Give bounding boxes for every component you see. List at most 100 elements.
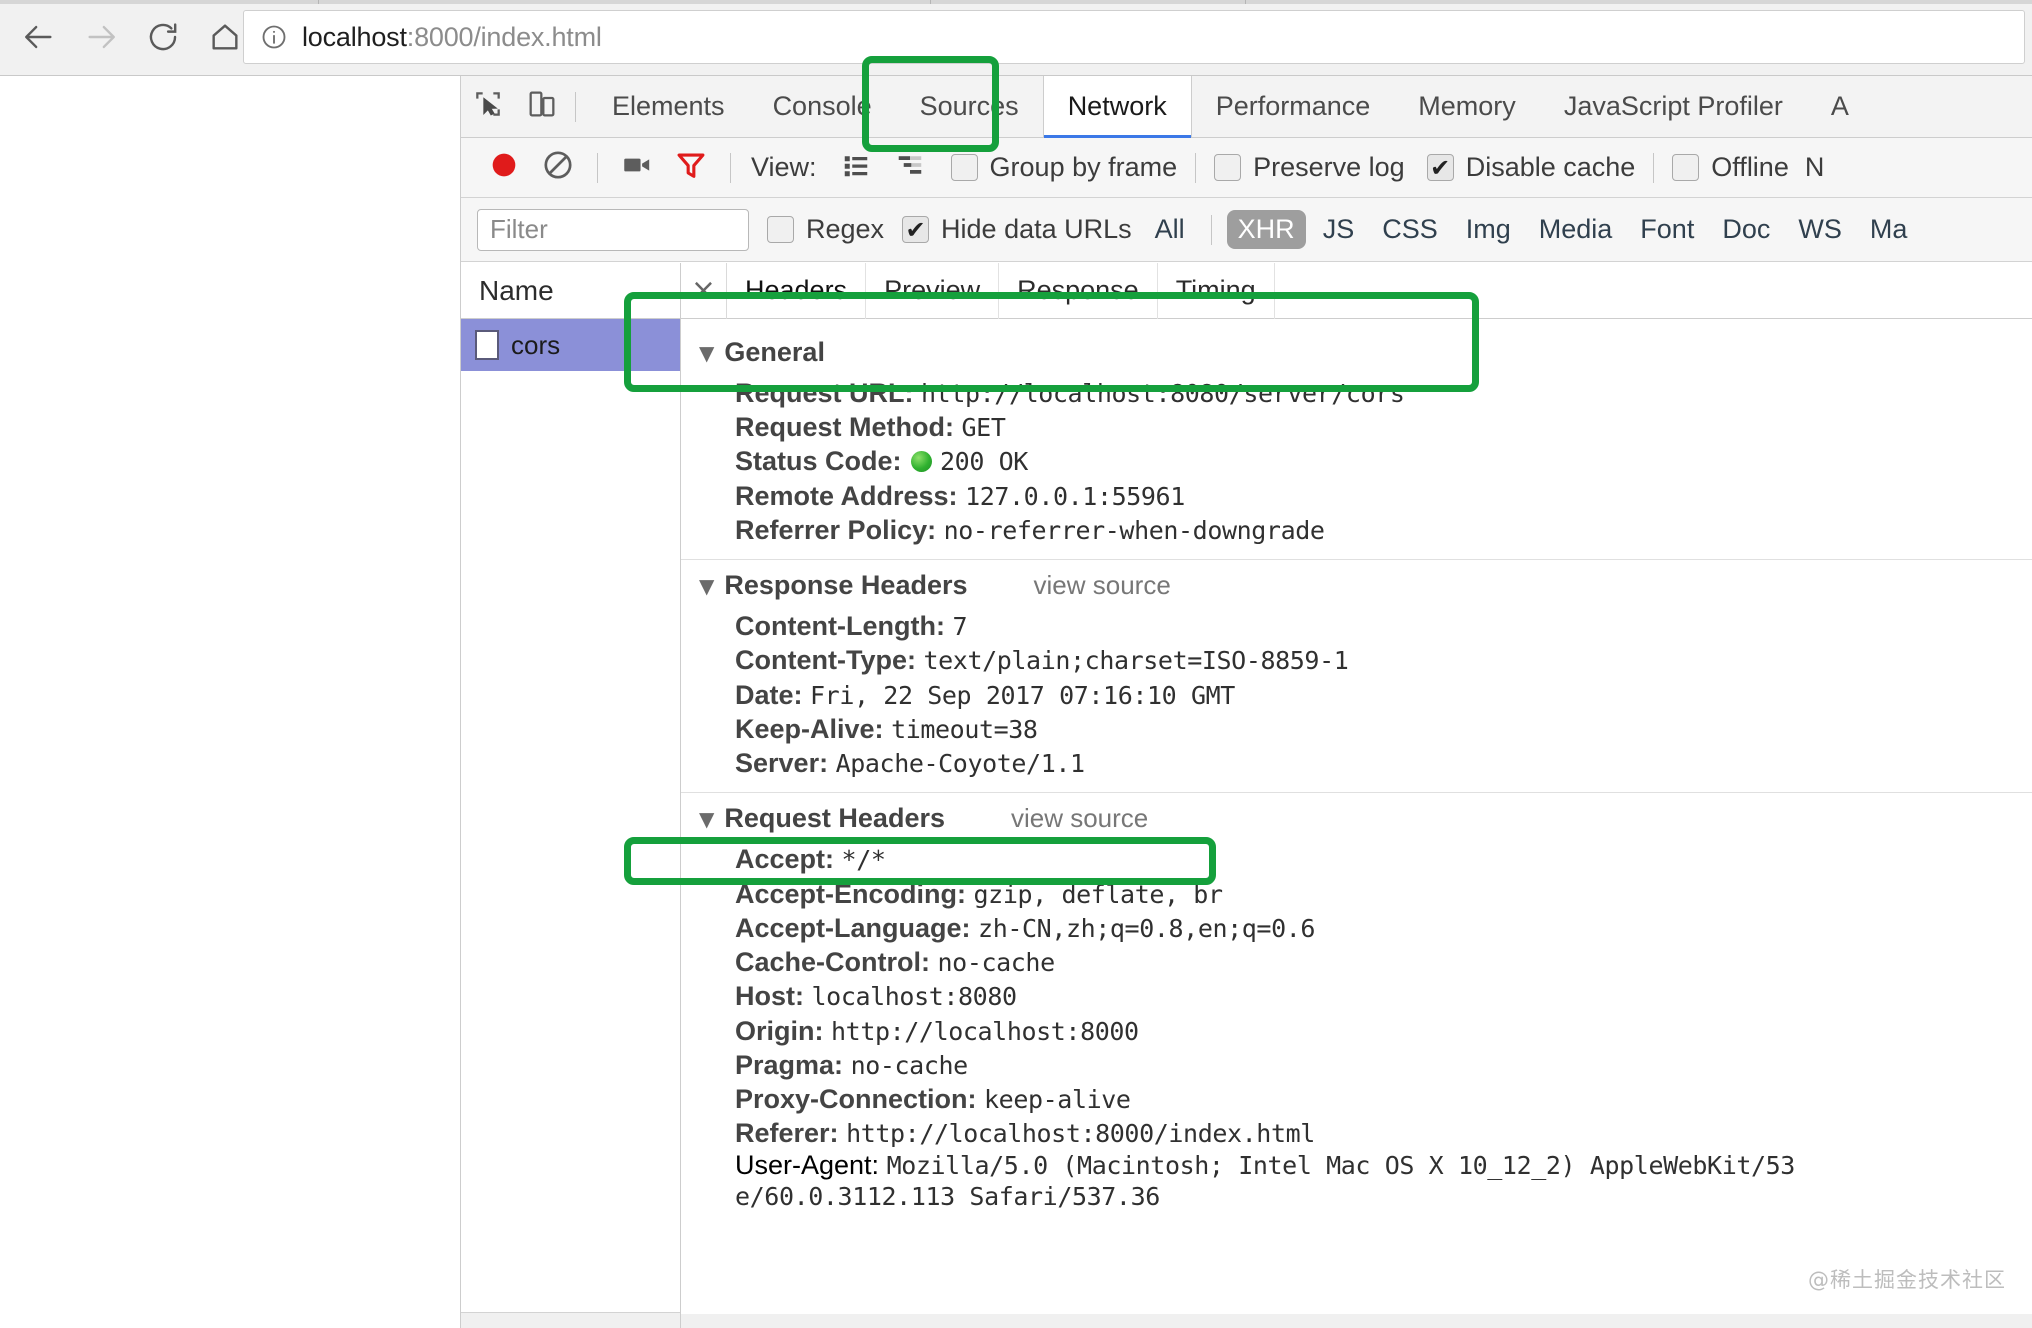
header-key: Pragma: — [735, 1050, 843, 1080]
tab-timing[interactable]: Timing — [1158, 263, 1275, 319]
group-by-frame-checkbox[interactable]: Group by frame — [951, 152, 1178, 183]
offline-checkbox[interactable]: Offline — [1672, 152, 1789, 183]
info-circle-icon[interactable] — [260, 23, 288, 51]
tab-response[interactable]: Response — [999, 263, 1158, 319]
header-row-proxy-connection: Proxy-Connection: keep-alive — [681, 1082, 2032, 1116]
clear-icon — [541, 148, 575, 187]
waterfall-view-button[interactable] — [883, 141, 937, 195]
list-view-button[interactable] — [829, 141, 883, 195]
header-value: keep-alive — [984, 1085, 1131, 1114]
toolbar-divider — [1653, 153, 1654, 183]
header-value: Fri, 22 Sep 2017 07:16:10 GMT — [810, 681, 1235, 710]
reload-button[interactable] — [132, 8, 194, 66]
view-source-link[interactable]: view source — [1011, 803, 1148, 834]
inspect-element-button[interactable] — [461, 76, 515, 138]
tab-headers[interactable]: Headers — [727, 263, 866, 319]
clear-button[interactable] — [531, 141, 585, 195]
header-value: no-cache — [851, 1051, 968, 1080]
filter-type-img[interactable]: Img — [1455, 210, 1522, 249]
header-value: timeout=38 — [891, 715, 1038, 744]
filter-type-xhr[interactable]: XHR — [1227, 210, 1306, 249]
filter-type-css[interactable]: CSS — [1371, 210, 1449, 249]
filter-type-js[interactable]: JS — [1312, 210, 1366, 249]
section-response-headers-header[interactable]: ▼ Response Headers view source — [681, 559, 2032, 609]
back-arrow-icon — [22, 20, 56, 54]
toolbar-divider — [597, 153, 598, 183]
tab-sources[interactable]: Sources — [896, 76, 1043, 138]
request-row-cors[interactable]: cors — [461, 319, 680, 371]
requests-list-panel: Name cors — [461, 263, 681, 1328]
header-key: Accept-Language: — [735, 913, 971, 943]
disable-cache-checkbox[interactable]: ✔ Disable cache — [1427, 152, 1636, 183]
header-value-cont: e/60.0.3112.113 Safari/537.36 — [735, 1182, 1160, 1211]
header-row-host: Host: localhost:8080 — [681, 979, 2032, 1013]
filter-type-all[interactable]: All — [1144, 210, 1196, 249]
address-bar[interactable]: localhost:8000/index.html — [243, 10, 2025, 64]
header-row-accept-language: Accept-Language: zh-CN,zh;q=0.8,en;q=0.6 — [681, 911, 2032, 945]
header-key: Proxy-Connection: — [735, 1084, 977, 1114]
header-row-status-code: Status Code: 200 OK — [681, 444, 2032, 478]
tab-elements[interactable]: Elements — [588, 76, 749, 138]
tab-javascript-profiler[interactable]: JavaScript Profiler — [1540, 76, 1807, 138]
header-row-referer: Referer: http://localhost:8000/index.htm… — [681, 1116, 2032, 1150]
filter-type-media[interactable]: Media — [1528, 210, 1624, 249]
filter-type-font[interactable]: Font — [1629, 210, 1705, 249]
header-key: Content-Length: — [735, 611, 945, 641]
tab-application[interactable]: A — [1807, 76, 1873, 138]
checkbox-label: Group by frame — [990, 152, 1178, 183]
section-title: Response Headers — [724, 570, 967, 601]
record-button[interactable] — [477, 141, 531, 195]
filter-type-doc[interactable]: Doc — [1711, 210, 1781, 249]
filter-funnel-icon — [674, 148, 708, 187]
preserve-log-checkbox[interactable]: Preserve log — [1214, 152, 1405, 183]
details-bottom-edge — [681, 1314, 2032, 1328]
section-title: Request Headers — [724, 803, 945, 834]
screenshot-root: localhost:8000/index.html — [0, 0, 2032, 1328]
network-filter-bar: Regex ✔ Hide data URLs All XHR JS CSS Im… — [461, 198, 2032, 262]
toolbar-divider — [1195, 153, 1196, 183]
document-icon — [475, 330, 499, 360]
device-toolbar-button[interactable] — [515, 76, 569, 138]
filter-type-manifest[interactable]: Ma — [1859, 210, 1919, 249]
hide-data-urls-checkbox[interactable]: ✔ Hide data URLs — [902, 214, 1132, 245]
section-general-header[interactable]: ▼ General — [681, 327, 2032, 376]
header-row-accept-encoding: Accept-Encoding: gzip, deflate, br — [681, 877, 2032, 911]
throttling-label: N — [1805, 152, 1825, 183]
header-row-remote-address: Remote Address: 127.0.0.1:55961 — [681, 479, 2032, 513]
tab-label: Network — [1068, 91, 1167, 122]
header-key: Content-Type: — [735, 645, 916, 675]
horizontal-scrollbar[interactable] — [461, 1312, 680, 1328]
filter-type-ws[interactable]: WS — [1787, 210, 1853, 249]
waterfall-view-icon — [895, 150, 925, 185]
forward-button[interactable] — [70, 8, 132, 66]
regex-checkbox[interactable]: Regex — [767, 214, 884, 245]
checkbox-label: Preserve log — [1253, 152, 1405, 183]
tab-performance[interactable]: Performance — [1192, 76, 1395, 138]
header-row-request-url: Request URL: http://localhost:8080/serve… — [681, 376, 2032, 410]
checkbox-box — [1672, 154, 1699, 181]
filter-input[interactable] — [477, 209, 749, 251]
header-key: Referrer Policy: — [735, 515, 936, 545]
back-button[interactable] — [8, 8, 70, 66]
header-key: Date: — [735, 680, 803, 710]
tab-memory[interactable]: Memory — [1394, 76, 1540, 138]
section-request-headers-header[interactable]: ▼ Request Headers view source — [681, 792, 2032, 842]
header-row-origin: Origin: http://localhost:8000 — [681, 1014, 2032, 1048]
header-value: http://localhost:8000 — [831, 1017, 1139, 1046]
tab-preview[interactable]: Preview — [866, 263, 999, 319]
url-host: localhost — [302, 22, 407, 52]
view-source-link[interactable]: view source — [1034, 570, 1171, 601]
header-key: Accept-Encoding: — [735, 879, 966, 909]
requests-column-header[interactable]: Name — [461, 263, 680, 319]
header-value: 200 OK — [940, 447, 1028, 476]
capture-screenshots-button[interactable] — [610, 141, 664, 195]
tab-network[interactable]: Network — [1043, 76, 1192, 138]
filter-toggle-button[interactable] — [664, 141, 718, 195]
view-label: View: — [751, 152, 817, 183]
home-icon — [208, 20, 242, 54]
status-ok-dot-icon — [911, 451, 932, 472]
tab-console[interactable]: Console — [749, 76, 896, 138]
header-key: Remote Address: — [735, 481, 958, 511]
close-details-button[interactable]: × — [681, 263, 727, 319]
request-name: cors — [511, 330, 560, 361]
